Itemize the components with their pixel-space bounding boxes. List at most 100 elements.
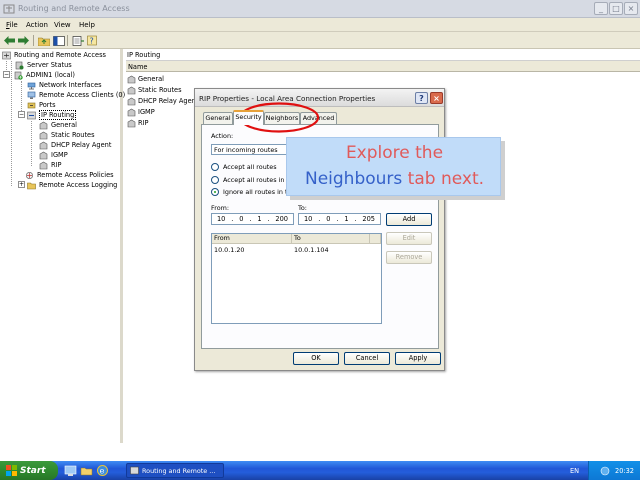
tree-item-ip-routing[interactable]: IP Routing bbox=[27, 110, 77, 120]
to-ip-address-field[interactable]: 10. 0. 1. 205 bbox=[298, 213, 381, 225]
svg-text:e: e bbox=[100, 466, 105, 475]
minimize-button[interactable]: _ bbox=[594, 2, 608, 15]
dialog-close-button[interactable]: × bbox=[430, 92, 443, 104]
taskbar: Start e Routing and Remote ... EN 20:32 bbox=[0, 461, 640, 480]
show-desktop-icon[interactable] bbox=[64, 464, 77, 477]
tree-item-remote-access-logging[interactable]: Remote Access Logging bbox=[27, 180, 117, 190]
internet-explorer-icon[interactable]: e bbox=[96, 464, 109, 477]
tree-connector bbox=[11, 61, 12, 186]
collapse-toggle[interactable]: − bbox=[18, 111, 25, 118]
tree-item-static-routes[interactable]: Static Routes bbox=[39, 130, 95, 140]
ignore-listed-routes-radio[interactable] bbox=[211, 188, 219, 196]
forward-arrow-icon[interactable] bbox=[17, 34, 30, 47]
route-filter-list[interactable]: From To 10.0.1.20 10.0.1.104 bbox=[211, 233, 382, 324]
start-button[interactable]: Start bbox=[0, 461, 58, 480]
cancel-button[interactable]: Cancel bbox=[344, 352, 390, 365]
from-ip-address-field[interactable]: 10. 0. 1. 200 bbox=[211, 213, 294, 225]
tab-general[interactable]: General bbox=[203, 112, 233, 124]
column-header-name[interactable]: Name bbox=[126, 61, 640, 72]
tab-security[interactable]: Security bbox=[233, 110, 264, 125]
routing-app-icon bbox=[130, 466, 139, 475]
column-header-to[interactable]: To bbox=[292, 234, 370, 244]
system-tray: 20:32 bbox=[588, 461, 640, 480]
routing-protocol-icon bbox=[127, 119, 136, 127]
back-arrow-icon[interactable] bbox=[3, 34, 16, 47]
accept-listed-routes-radio[interactable] bbox=[211, 176, 219, 184]
table-row-from-cell[interactable]: 10.0.1.20 bbox=[214, 246, 245, 254]
tree-item-remote-access-clients[interactable]: Remote Access Clients (0) bbox=[27, 90, 125, 100]
list-item[interactable]: Static Routes bbox=[127, 85, 182, 95]
tree-item-network-interfaces[interactable]: Network Interfaces bbox=[27, 80, 102, 90]
ok-button[interactable]: OK bbox=[293, 352, 339, 365]
dialog-help-button[interactable]: ? bbox=[415, 92, 428, 104]
accept-all-routes-radio[interactable] bbox=[211, 163, 219, 171]
tree-item-dhcp-relay-agent[interactable]: DHCP Relay Agent bbox=[39, 140, 111, 150]
tree-connector bbox=[31, 121, 32, 166]
routing-protocol-icon bbox=[39, 121, 48, 129]
callout-line-1: Explore the bbox=[345, 143, 444, 163]
tree-item-routing-root[interactable]: Routing and Remote Access bbox=[2, 50, 106, 60]
export-list-icon[interactable] bbox=[71, 34, 84, 47]
show-hide-tree-icon[interactable] bbox=[52, 34, 65, 47]
tree-item-general[interactable]: General bbox=[39, 120, 77, 130]
list-item[interactable]: RIP bbox=[127, 118, 149, 128]
remove-button[interactable]: Remove bbox=[386, 251, 432, 264]
tree-item-igmp[interactable]: IGMP bbox=[39, 150, 68, 160]
language-indicator[interactable]: EN bbox=[570, 467, 579, 475]
expand-toggle[interactable]: + bbox=[18, 181, 25, 188]
menu-action[interactable]: Action bbox=[26, 21, 48, 29]
svg-text:?: ? bbox=[89, 37, 93, 46]
column-header-spacer bbox=[370, 234, 381, 244]
title-bar: Routing and Remote Access _ □ × bbox=[0, 0, 640, 18]
folder-icon bbox=[27, 182, 36, 189]
up-folder-icon[interactable] bbox=[37, 34, 50, 47]
close-window-button[interactable]: × bbox=[624, 2, 638, 15]
collapse-toggle[interactable]: − bbox=[3, 71, 10, 78]
server-up-icon bbox=[14, 71, 23, 80]
tree-item-rip[interactable]: RIP bbox=[39, 160, 62, 170]
routing-protocol-icon bbox=[39, 151, 48, 159]
apply-button[interactable]: Apply bbox=[395, 352, 441, 365]
routing-protocol-icon bbox=[127, 97, 136, 105]
details-pane-title: IP Routing bbox=[126, 49, 640, 61]
clock[interactable]: 20:32 bbox=[615, 467, 634, 475]
ip-routing-icon bbox=[27, 111, 36, 119]
accept-all-routes-label: Accept all routes bbox=[223, 163, 277, 171]
tree-item-ports[interactable]: Ports bbox=[27, 100, 56, 110]
table-row-to-cell[interactable]: 10.0.1.104 bbox=[294, 246, 329, 254]
menu-view[interactable]: View bbox=[54, 21, 71, 29]
server-status-icon bbox=[15, 61, 24, 69]
taskbar-item-routing[interactable]: Routing and Remote ... bbox=[126, 463, 224, 478]
help-icon[interactable]: ? bbox=[86, 34, 99, 47]
maximize-button[interactable]: □ bbox=[609, 2, 623, 15]
toolbar-separator bbox=[33, 35, 34, 46]
policy-icon bbox=[25, 171, 34, 179]
window-title: Routing and Remote Access bbox=[18, 4, 130, 13]
column-header-from[interactable]: From bbox=[212, 234, 292, 244]
remote-clients-icon bbox=[27, 91, 36, 99]
ports-icon bbox=[27, 102, 36, 108]
toolbar-separator bbox=[67, 35, 68, 46]
server-tool-icon bbox=[2, 51, 11, 59]
network-interfaces-icon bbox=[27, 82, 36, 89]
add-button[interactable]: Add bbox=[386, 213, 432, 226]
routing-protocol-icon bbox=[127, 108, 136, 116]
explorer-icon[interactable] bbox=[80, 464, 93, 477]
callout-line-2: Neighbours tab next. bbox=[304, 169, 485, 189]
action-label: Action: bbox=[211, 132, 234, 140]
routing-protocol-icon bbox=[127, 86, 136, 94]
from-label: From: bbox=[211, 204, 229, 212]
routing-protocol-icon bbox=[39, 161, 48, 169]
tree-item-remote-access-policies[interactable]: Remote Access Policies bbox=[25, 170, 114, 180]
menu-file[interactable]: File bbox=[6, 21, 18, 29]
toolbar: ? bbox=[0, 32, 640, 49]
tree-item-server-status[interactable]: Server Status bbox=[15, 60, 72, 70]
menu-help[interactable]: Help bbox=[79, 21, 95, 29]
network-status-icon[interactable] bbox=[600, 466, 610, 476]
list-item[interactable]: General bbox=[127, 74, 164, 84]
tree-item-server[interactable]: ADMIN1 (local) bbox=[14, 70, 75, 80]
list-item[interactable]: DHCP Relay Agent bbox=[127, 96, 198, 106]
edit-button[interactable]: Edit bbox=[386, 232, 432, 245]
list-item[interactable]: IGMP bbox=[127, 107, 155, 117]
console-tree[interactable]: Routing and Remote Access Server Status … bbox=[0, 49, 125, 443]
